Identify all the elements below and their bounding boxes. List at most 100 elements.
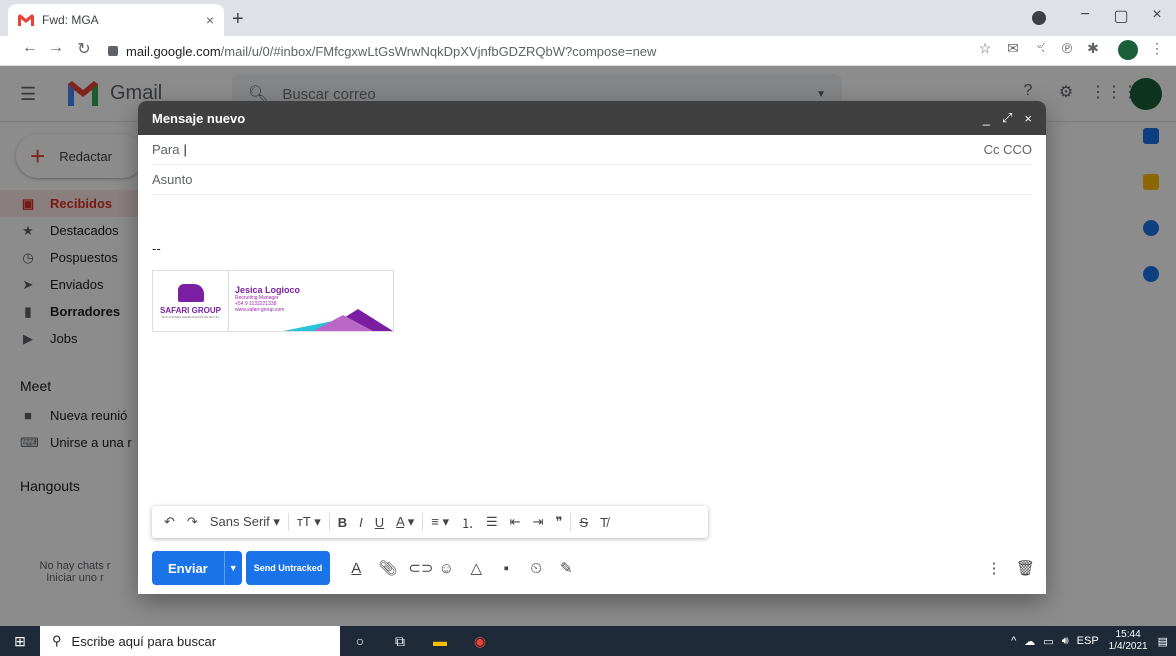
insert-link-icon[interactable]: ⊂⊃ <box>408 559 433 577</box>
back-arrow-icon[interactable]: ← <box>20 39 40 57</box>
discard-trash-icon[interactable]: 🗑︎ <box>1016 559 1035 577</box>
remove-formatting-icon[interactable]: T̸ <box>600 515 608 530</box>
cc-bcc-link[interactable]: Cc CCO <box>984 142 1032 157</box>
reload-icon[interactable]: ↻ <box>74 39 94 59</box>
bold-icon[interactable]: B <box>338 515 347 530</box>
compose-header: Mensaje nuevo _ ⤢ × <box>138 101 1046 135</box>
message-body[interactable]: -- SAFARI GROUP SOLUCIONES GERENCIALES E… <box>152 201 1032 332</box>
signature-pen-icon[interactable]: ✎ <box>558 559 574 577</box>
tab-title: Fwd: MGA <box>42 13 99 27</box>
gmail-favicon-icon <box>18 14 34 26</box>
italic-icon[interactable]: I <box>359 515 363 530</box>
taskbar-search-placeholder: Escribe aquí para buscar <box>71 633 217 649</box>
extension-mail-icon[interactable]: ✉ <box>1002 40 1024 62</box>
chrome-menu-icon[interactable]: ⋮ <box>1146 40 1168 62</box>
signature-tagline: SOLUCIONES GERENCIALES EN RR.HH. <box>161 314 220 319</box>
drive-icon[interactable]: △ <box>468 559 484 577</box>
send-button[interactable]: Enviar <box>152 551 224 585</box>
indent-more-icon[interactable]: ⇥ <box>533 514 544 530</box>
numbered-list-icon[interactable]: ⒈ <box>461 513 474 532</box>
compose-footer: Enviar ▼ Send Untracked A 📎︎ ⊂⊃ ☺ △ ▪ ⏲ … <box>152 551 1035 585</box>
font-family-select[interactable]: Sans Serif ▾ <box>210 514 280 530</box>
strikethrough-icon[interactable]: S <box>579 515 588 530</box>
browser-tab[interactable]: Fwd: MGA × <box>8 4 224 36</box>
language-indicator[interactable]: ESP <box>1077 635 1099 647</box>
send-untracked-button[interactable]: Send Untracked <box>245 551 331 585</box>
confidential-mode-icon[interactable]: ⏲ <box>528 560 544 577</box>
insert-photo-icon[interactable]: ▪ <box>498 560 514 577</box>
toolbar-divider <box>287 513 289 531</box>
quote-icon[interactable]: ❞ <box>555 514 562 530</box>
fullscreen-icon[interactable]: ⤢ <box>1002 110 1012 126</box>
chrome-icon[interactable]: ◉ <box>460 633 500 650</box>
extension-pinterest-icon[interactable]: ℗ <box>1056 40 1078 62</box>
url-host: mail.google.com <box>126 43 221 59</box>
elephant-logo-icon <box>177 283 204 302</box>
redo-icon[interactable]: ↷ <box>187 514 198 530</box>
formatting-options-icon[interactable]: A <box>348 560 364 577</box>
toolbar-divider <box>328 513 330 531</box>
undo-icon[interactable]: ↶ <box>164 514 175 530</box>
new-tab-button[interactable]: + <box>232 8 244 31</box>
signature-details: Jesica Logioco Recruiting Manager +54 9 … <box>229 271 393 331</box>
close-icon[interactable]: × <box>1024 111 1032 126</box>
address-bar[interactable]: mail.google.com /mail/u/0/#inbox/FMfcgxw… <box>108 39 978 63</box>
cortana-icon[interactable]: ○ <box>340 633 380 649</box>
windows-taskbar: ⊞ ⚲ Escribe aquí para buscar ○ ⧉ ▬ ◉ ^ ☁… <box>0 626 1176 656</box>
text-color-icon[interactable]: A ▾ <box>396 514 414 530</box>
network-icon[interactable]: ▭ <box>1043 635 1053 648</box>
signature-card: SAFARI GROUP SOLUCIONES GERENCIALES EN R… <box>152 270 394 332</box>
subject-field[interactable]: Asunto <box>152 165 1032 195</box>
signature-logo: SAFARI GROUP SOLUCIONES GERENCIALES EN R… <box>153 271 229 331</box>
browser-toolbar: ← → ↻ mail.google.com /mail/u/0/#inbox/F… <box>0 36 1176 66</box>
compose-window: Mensaje nuevo _ ⤢ × Para | Cc CCO Asunto… <box>138 101 1046 594</box>
font-size-icon[interactable]: тT ▾ <box>297 514 321 530</box>
to-label: Para <box>152 142 180 157</box>
bulleted-list-icon[interactable]: ☰ <box>486 514 498 530</box>
underline-icon[interactable]: U <box>375 515 384 530</box>
clock-time: 15:44 <box>1115 629 1141 640</box>
signature-company: SAFARI GROUP <box>160 305 221 315</box>
taskbar-search[interactable]: ⚲ Escribe aquí para buscar <box>40 626 340 656</box>
indent-less-icon[interactable]: ⇤ <box>510 514 521 530</box>
to-field[interactable]: Para | Cc CCO <box>152 135 1032 165</box>
minimize-icon[interactable]: _ <box>983 111 990 126</box>
emoji-icon[interactable]: ☺ <box>438 560 454 577</box>
subject-placeholder: Asunto <box>152 172 193 187</box>
attach-file-icon[interactable]: 📎︎ <box>378 559 397 577</box>
send-button-group: Enviar ▼ <box>152 551 242 585</box>
chrome-profile-avatar[interactable] <box>1118 40 1138 60</box>
profile-indicator-icon[interactable] <box>1032 11 1046 25</box>
url-path: /mail/u/0/#inbox/FMfcgxwLtGsWrwNqkDpXVjn… <box>220 43 657 59</box>
task-view-icon[interactable]: ⧉ <box>380 633 420 650</box>
volume-icon[interactable]: 🔊︎ <box>1062 635 1069 648</box>
extension-sign-icon[interactable]: ৼ <box>1030 40 1052 62</box>
tray-chevron-icon[interactable]: ^ <box>1011 635 1016 647</box>
system-tray: ^ ☁ ▭ 🔊︎ ESP 15:44 1/4/2021 ▤ <box>1011 629 1176 653</box>
compose-title: Mensaje nuevo <box>152 110 246 126</box>
lock-icon <box>108 46 118 56</box>
text-cursor: | <box>183 142 187 157</box>
taskbar-clock[interactable]: 15:44 1/4/2021 <box>1109 629 1148 653</box>
maximize-button[interactable]: ▢ <box>1106 6 1136 26</box>
file-explorer-icon[interactable]: ▬ <box>420 633 460 649</box>
windows-start-icon[interactable]: ⊞ <box>0 633 40 650</box>
font-family-value: Sans Serif <box>209 514 270 529</box>
onedrive-icon[interactable]: ☁ <box>1024 635 1035 648</box>
bookmark-star-icon[interactable]: ☆ <box>974 40 996 62</box>
more-options-icon[interactable]: ⋮ <box>986 559 1002 577</box>
toolbar-divider <box>570 513 572 531</box>
send-options-icon[interactable]: ▼ <box>223 551 242 585</box>
notifications-icon[interactable]: ▤ <box>1158 635 1168 648</box>
formatting-toolbar: ↶ ↷ Sans Serif ▾ тT ▾ B I U A ▾ ≡ ▾ ⒈ ☰ … <box>152 506 708 538</box>
signature-name: Jesica Logioco <box>235 285 301 295</box>
minimize-button[interactable]: − <box>1070 6 1100 24</box>
close-window-button[interactable]: × <box>1142 6 1172 24</box>
toolbar-divider <box>422 513 424 531</box>
tab-close-icon[interactable]: × <box>206 12 214 28</box>
mountain-graphic-icon <box>283 309 393 331</box>
extensions-puzzle-icon[interactable]: ✱ <box>1082 40 1104 62</box>
clock-date: 1/4/2021 <box>1108 641 1148 652</box>
forward-arrow-icon[interactable]: → <box>46 39 66 57</box>
align-icon[interactable]: ≡ ▾ <box>431 514 449 530</box>
